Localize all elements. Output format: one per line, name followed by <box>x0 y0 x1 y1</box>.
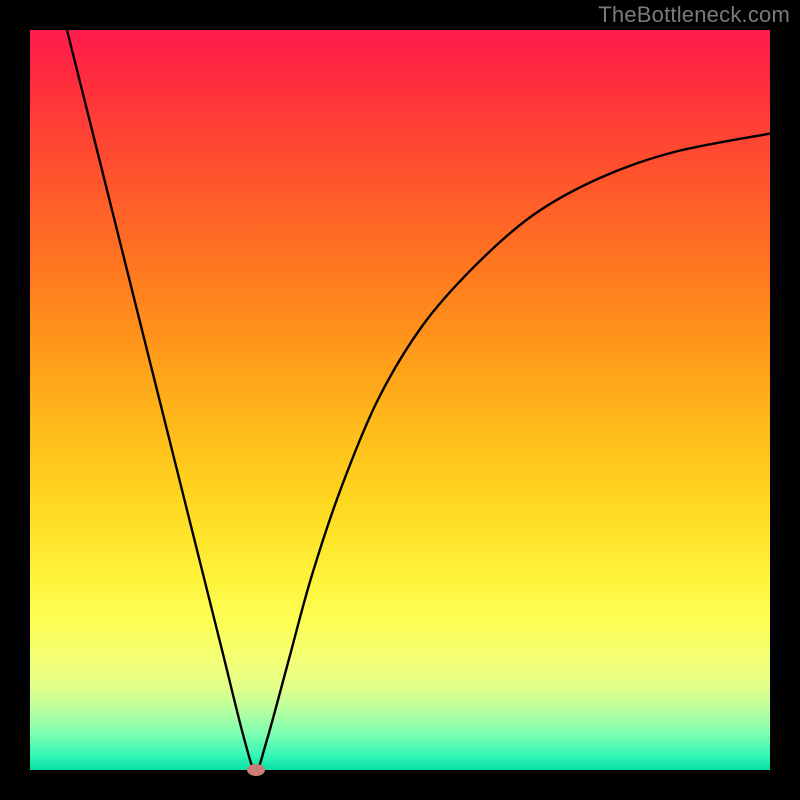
chart-frame: TheBottleneck.com <box>0 0 800 800</box>
plot-area <box>30 30 770 770</box>
bottleneck-curve <box>67 30 770 770</box>
watermark-text: TheBottleneck.com <box>598 2 790 28</box>
curve-svg <box>30 30 770 770</box>
